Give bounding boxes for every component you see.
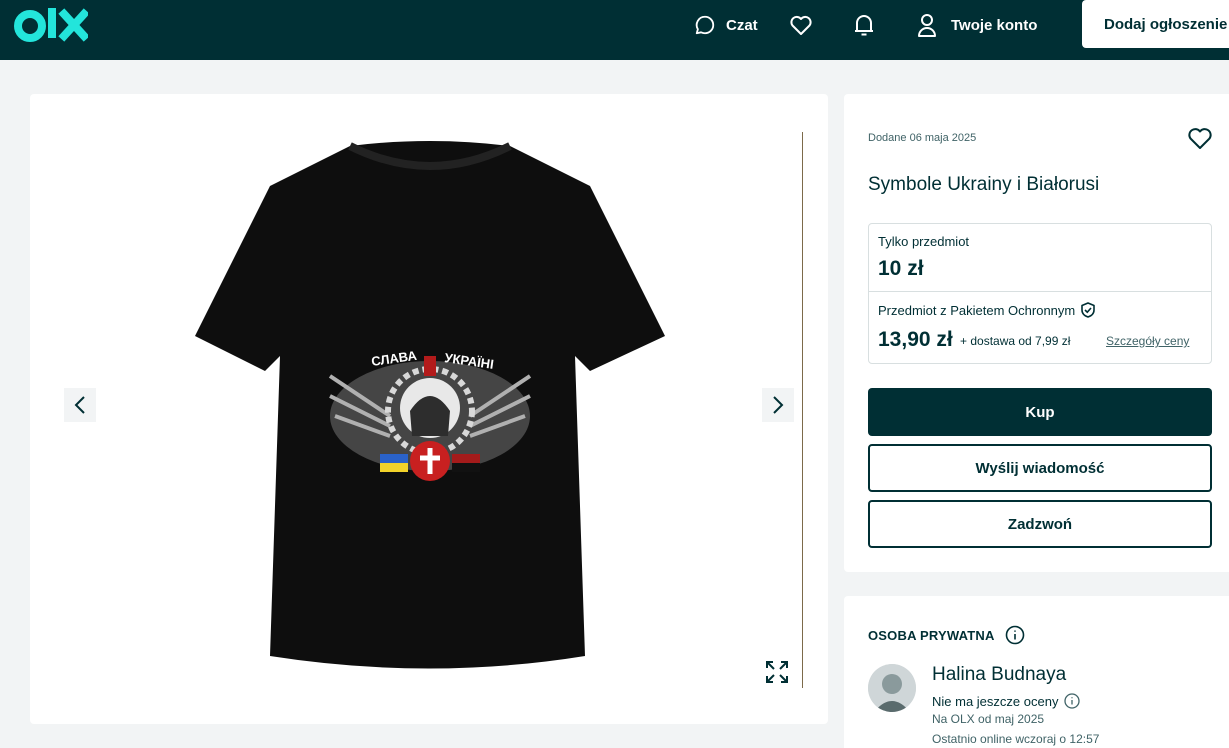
fullscreen-button[interactable]: [762, 656, 792, 688]
posted-date: Dodane 06 maja 2025: [868, 132, 977, 144]
listing-details-card: Dodane 06 maja 2025 Symbole Ukrainy i Bi…: [844, 94, 1229, 572]
next-image-button[interactable]: [762, 388, 794, 422]
item-only-section: Tylko przedmiot 10 zł: [869, 224, 1211, 292]
top-navigation-bar: Czat Twoje konto Dodaj ogłoszenie: [0, 0, 1229, 60]
shield-check-icon: [1081, 302, 1096, 318]
item-only-price: 10 zł: [878, 257, 924, 280]
item-only-label: Tylko przedmiot: [878, 234, 970, 249]
seller-rating: Nie ma jeszcze oceny: [932, 693, 1059, 709]
price-details-link[interactable]: Szczegóły ceny: [1106, 334, 1189, 348]
info-icon[interactable]: [1064, 693, 1081, 709]
previous-image-button[interactable]: [64, 388, 96, 422]
chevron-left-icon: [74, 396, 85, 414]
info-icon[interactable]: [1005, 625, 1025, 645]
price-box: Tylko przedmiot 10 zł Przedmiot z Pakiet…: [868, 223, 1212, 364]
user-icon: [918, 14, 936, 37]
seller-member-since: Na OLX od maj 2025: [932, 712, 1045, 726]
avatar[interactable]: [868, 664, 916, 712]
seller-rating-row: Nie ma jeszcze oceny: [932, 693, 1081, 709]
heart-icon[interactable]: [1187, 126, 1213, 150]
protected-price: 13,90 zł: [878, 328, 953, 351]
favourites-link[interactable]: [789, 12, 813, 38]
chat-icon: [695, 15, 715, 35]
chat-label: Czat: [726, 16, 758, 34]
delivery-cost: + dostawa od 7,99 zł: [960, 334, 1071, 348]
seller-type-label: OSOBA PRYWATNA: [868, 627, 995, 643]
listing-title: Symbole Ukrainy i Białorusi: [868, 174, 1100, 195]
expand-icon: [766, 661, 788, 683]
seller-card: OSOBA PRYWATNA Halina Budnaya Nie ma jes…: [844, 596, 1229, 748]
seller-name[interactable]: Halina Budnaya: [932, 664, 1066, 686]
send-message-button[interactable]: Wyślij wiadomość: [868, 444, 1212, 492]
account-link[interactable]: Twoje konto: [917, 12, 1037, 38]
buy-button[interactable]: Kup: [868, 388, 1212, 436]
olx-logo[interactable]: [14, 6, 88, 46]
product-image: СЛАВА УКРАЇНІ: [195, 141, 665, 669]
protection-package-row: Przedmiot z Pakietem Ochronnym: [878, 302, 1096, 318]
protection-package-label: Przedmiot z Pakietem Ochronnym: [878, 302, 1076, 318]
chat-link[interactable]: Czat: [694, 12, 758, 38]
account-label: Twoje konto: [951, 16, 1038, 34]
user-avatar-icon: [868, 664, 916, 712]
gallery-scrollbar: [802, 132, 803, 688]
image-gallery: СЛАВА УКРАЇНІ: [30, 94, 828, 724]
seller-last-online: Ostatnio online wczoraj o 12:57: [932, 732, 1100, 746]
heart-icon: [790, 15, 812, 35]
call-button[interactable]: Zadzwoń: [868, 500, 1212, 548]
add-listing-button[interactable]: Dodaj ogłoszenie: [1082, 0, 1229, 48]
seller-type-row: OSOBA PRYWATNA: [868, 625, 1025, 645]
chevron-right-icon: [773, 396, 784, 414]
notifications-link[interactable]: [853, 12, 875, 38]
bell-icon: [855, 15, 873, 36]
